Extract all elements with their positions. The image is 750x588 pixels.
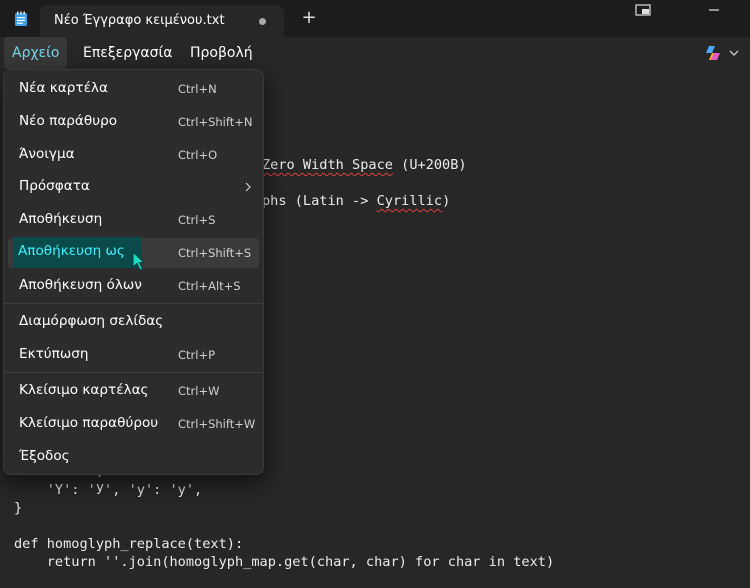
menu-item-shortcut: Ctrl+Alt+S (178, 279, 241, 293)
menu-item-label: Αποθήκευση ως (18, 243, 125, 259)
file-menu-dropdown: Νέα καρτέλα Ctrl+N Νέο παράθυρο Ctrl+Shi… (3, 69, 264, 475)
code-line-return: return ''.join(homoglyph_map.get(char, c… (14, 554, 555, 570)
code-line-y: 'Y': 'У', 'y': 'у', (14, 482, 203, 498)
menu-item-exit[interactable]: Έξοδος (8, 442, 259, 472)
chevron-right-icon (245, 182, 251, 192)
menu-item-label: Κλείσιμο παραθύρου (19, 415, 159, 431)
menu-item-shortcut: Ctrl+P (178, 348, 216, 362)
menu-item-label: Διαμόρφωση σελίδας (19, 313, 164, 329)
tab-title: Νέο Έγγραφο κειμένου.txt (54, 13, 225, 28)
menu-item-shortcut: Ctrl+S (178, 213, 216, 227)
menu-item-label: Αποθήκευση (19, 211, 103, 227)
menu-item-shortcut: Ctrl+Shift+S (178, 246, 252, 260)
code-zws-text: Zero Width Space (262, 157, 393, 173)
menu-item-save[interactable]: Αποθήκευση Ctrl+S (8, 205, 259, 235)
minimize-icon[interactable] (702, 2, 726, 18)
notepad-icon (15, 11, 27, 26)
menu-bar: Αρχείο Επεξεργασία Προβολή (0, 37, 750, 69)
menu-divider (4, 303, 263, 304)
mouse-cursor-icon (132, 251, 145, 271)
menu-item-page-setup[interactable]: Διαμόρφωση σελίδας (8, 307, 259, 337)
code-zws-code: (U+200B) (392, 157, 467, 173)
code-line-brace: } (14, 500, 23, 516)
menu-item-shortcut: Ctrl+Shift+W (178, 417, 256, 431)
code-line-zws: Zero Width Space (U+200B) (262, 157, 467, 173)
menu-item-label: Πρόσφατα (19, 178, 90, 194)
copilot-icon[interactable] (704, 44, 722, 62)
document-tab[interactable]: Νέο Έγγραφο κειμένου.txt (40, 5, 284, 37)
menu-view[interactable]: Προβολή (182, 37, 261, 69)
code-line-homoglyphs: phs (Latin -> Cyrillic) (262, 193, 450, 209)
code-line-def: def homoglyph_replace(text): (14, 536, 244, 552)
menu-item-label: Άνοιγμα (19, 146, 75, 162)
menu-item-close-window[interactable]: Κλείσιμο παραθύρου Ctrl+Shift+W (8, 409, 259, 439)
menu-item-open[interactable]: Άνοιγμα Ctrl+O (8, 140, 259, 170)
code-homo-word: Cyrillic (376, 193, 443, 209)
title-bar: Νέο Έγγραφο κειμένου.txt + (0, 0, 750, 37)
new-tab-button[interactable]: + (300, 9, 318, 27)
code-homo-pre: phs (Latin -> (262, 193, 377, 209)
menu-item-new-tab[interactable]: Νέα καρτέλα Ctrl+N (8, 74, 259, 104)
menu-item-label: Κλείσιμο καρτέλας (19, 382, 149, 398)
chevron-down-icon[interactable] (729, 49, 739, 57)
menu-item-shortcut: Ctrl+N (178, 82, 217, 96)
compact-overlay-icon[interactable] (632, 2, 656, 18)
menu-item-new-window[interactable]: Νέο παράθυρο Ctrl+Shift+N (8, 107, 259, 137)
menu-divider (4, 372, 263, 373)
menu-item-save-all[interactable]: Αποθήκευση όλων Ctrl+Alt+S (8, 271, 259, 301)
menu-item-shortcut: Ctrl+W (178, 384, 220, 398)
menu-file[interactable]: Αρχείο (4, 37, 68, 69)
unsaved-dot-icon[interactable] (259, 18, 266, 25)
menu-item-label: Έξοδος (19, 448, 70, 464)
menu-item-print[interactable]: Εκτύπωση Ctrl+P (8, 340, 259, 370)
menu-item-label: Νέο παράθυρο (19, 113, 118, 129)
menu-item-recent[interactable]: Πρόσφατα (8, 172, 259, 202)
selection-highlight: Αποθήκευση ως (13, 237, 142, 268)
menu-item-label: Νέα καρτέλα (19, 80, 108, 96)
menu-item-label: Εκτύπωση (19, 346, 89, 362)
menu-item-close-tab[interactable]: Κλείσιμο καρτέλας Ctrl+W (8, 376, 259, 406)
menu-item-label: Αποθήκευση όλων (19, 277, 142, 293)
code-homo-post: ) (442, 193, 451, 209)
menu-item-shortcut: Ctrl+Shift+N (178, 115, 253, 129)
menu-edit[interactable]: Επεξεργασία (75, 37, 180, 69)
menu-item-shortcut: Ctrl+O (178, 148, 218, 162)
